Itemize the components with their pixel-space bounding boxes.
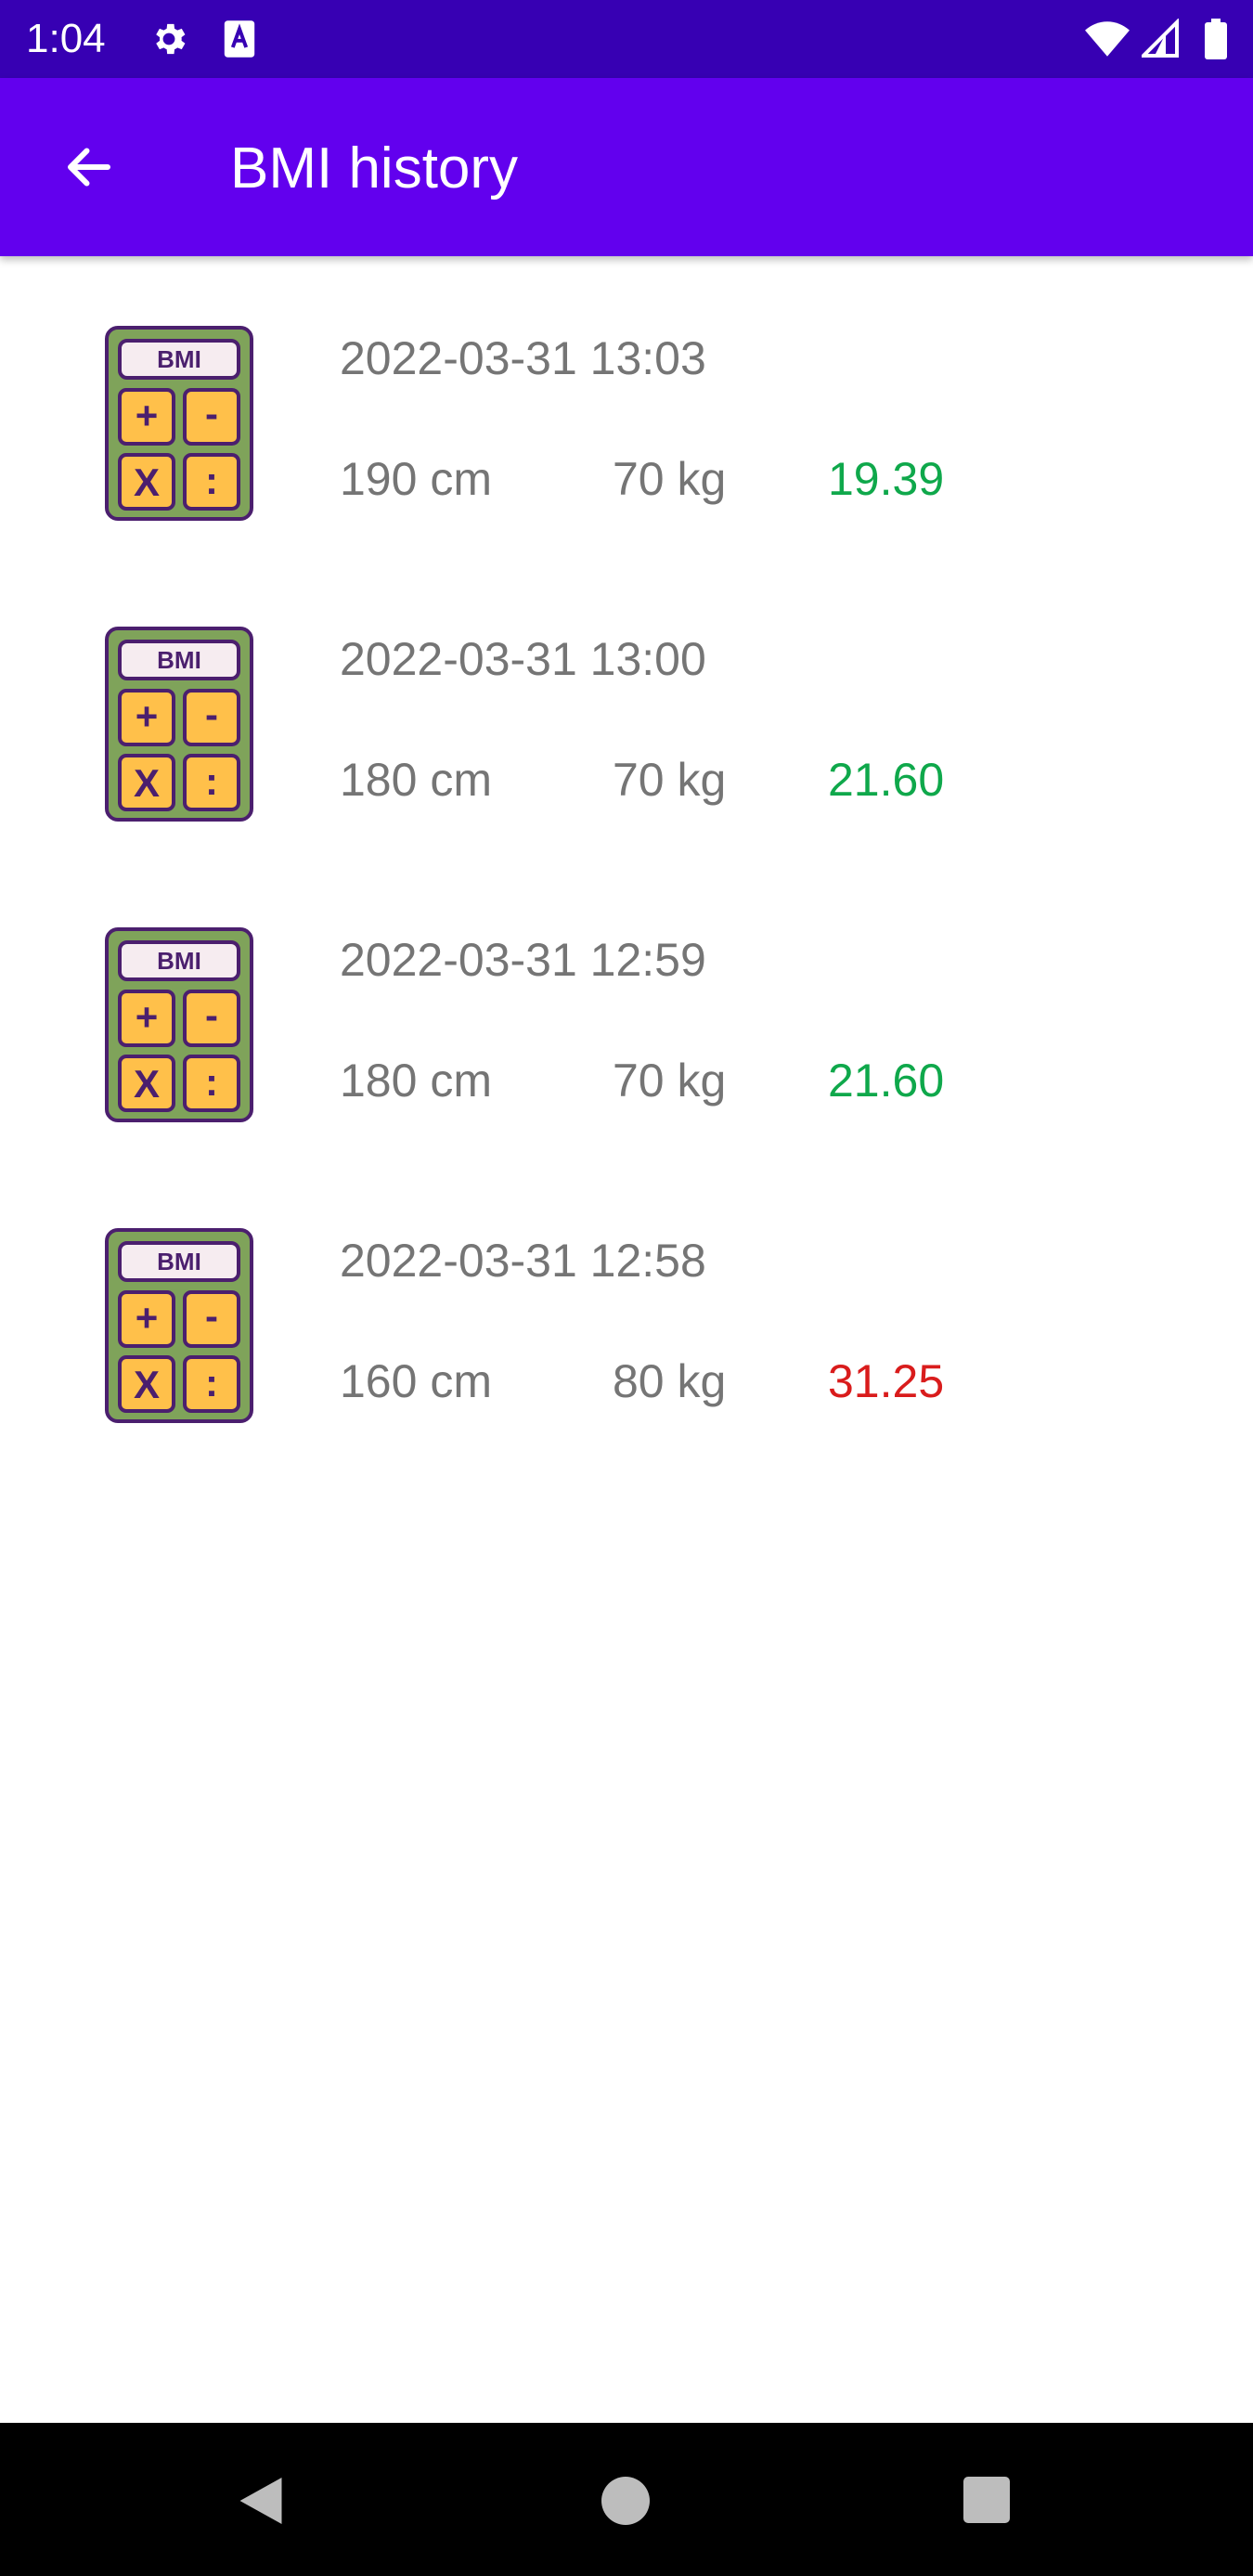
item-date: 2022-03-31 12:59	[340, 934, 706, 986]
item-date: 2022-03-31 13:03	[340, 332, 706, 384]
item-weight: 70 kg	[613, 453, 727, 505]
history-item[interactable]: BMI + - X : 2022-03-31 12:59 180 cm 70 k…	[0, 858, 1253, 1159]
calc-display-text: BMI	[157, 947, 201, 975]
system-nav-bar	[0, 2423, 1253, 2576]
item-weight: 70 kg	[613, 1055, 727, 1107]
item-height: 180 cm	[340, 1055, 492, 1107]
history-list: BMI + - X : 2022-03-31 13:03 190 cm 70 k…	[0, 256, 1253, 1459]
svg-text:-: -	[205, 993, 218, 1037]
nav-recents-icon[interactable]	[963, 2477, 1010, 2523]
history-item[interactable]: BMI + - X : 2022-03-31 13:00 180 cm 70 k…	[0, 557, 1253, 858]
calc-display-text: BMI	[157, 345, 201, 373]
item-bmi: 31.25	[828, 1355, 945, 1407]
history-item[interactable]: BMI + - X : 2022-03-31 13:03 190 cm 70 k…	[0, 256, 1253, 557]
item-bmi: 19.39	[828, 453, 945, 505]
status-time: 1:04	[26, 16, 106, 61]
item-date: 2022-03-31 13:00	[340, 633, 706, 685]
status-bar: 1:04	[0, 0, 1253, 78]
arrow-left-icon[interactable]	[59, 139, 119, 195]
battery-icon	[1205, 19, 1227, 59]
calc-display-text: BMI	[157, 646, 201, 674]
svg-text::: :	[205, 459, 218, 502]
calculator-icon: BMI + - X :	[105, 627, 253, 822]
svg-text::: :	[205, 1060, 218, 1104]
svg-text:+: +	[136, 694, 159, 738]
calculator-icon: BMI + - X :	[105, 1228, 253, 1423]
history-item[interactable]: BMI + - X : 2022-03-31 12:58 160 cm 80 k…	[0, 1159, 1253, 1459]
svg-text:X: X	[134, 761, 160, 805]
item-weight: 70 kg	[613, 754, 727, 806]
svg-text:-: -	[205, 392, 218, 435]
item-height: 180 cm	[340, 754, 492, 806]
item-date: 2022-03-31 12:58	[340, 1235, 706, 1287]
svg-text::: :	[205, 759, 218, 803]
svg-text::: :	[205, 1361, 218, 1405]
svg-text:X: X	[134, 1062, 160, 1106]
calc-display-text: BMI	[157, 1248, 201, 1275]
item-height: 190 cm	[340, 453, 492, 505]
item-weight: 80 kg	[613, 1355, 727, 1407]
calculator-icon: BMI + - X :	[105, 927, 253, 1122]
svg-text:-: -	[205, 693, 218, 736]
nav-back-icon[interactable]	[238, 2475, 284, 2527]
page-title: BMI history	[230, 136, 519, 201]
signal-icon	[1142, 19, 1179, 58]
svg-text:+: +	[136, 394, 159, 437]
svg-text:X: X	[134, 460, 160, 504]
svg-text:+: +	[136, 1296, 159, 1340]
a-icon	[224, 20, 255, 58]
wifi-icon	[1085, 21, 1130, 57]
item-bmi: 21.60	[828, 1055, 945, 1107]
svg-text:X: X	[134, 1363, 160, 1406]
calculator-icon: BMI + - X :	[105, 326, 253, 521]
app-bar: BMI history	[0, 78, 1253, 256]
item-bmi: 21.60	[828, 754, 945, 806]
item-height: 160 cm	[340, 1355, 492, 1407]
svg-text:-: -	[205, 1294, 218, 1338]
gear-icon	[156, 23, 186, 55]
nav-home-icon[interactable]	[601, 2477, 650, 2525]
svg-text:+: +	[136, 995, 159, 1039]
